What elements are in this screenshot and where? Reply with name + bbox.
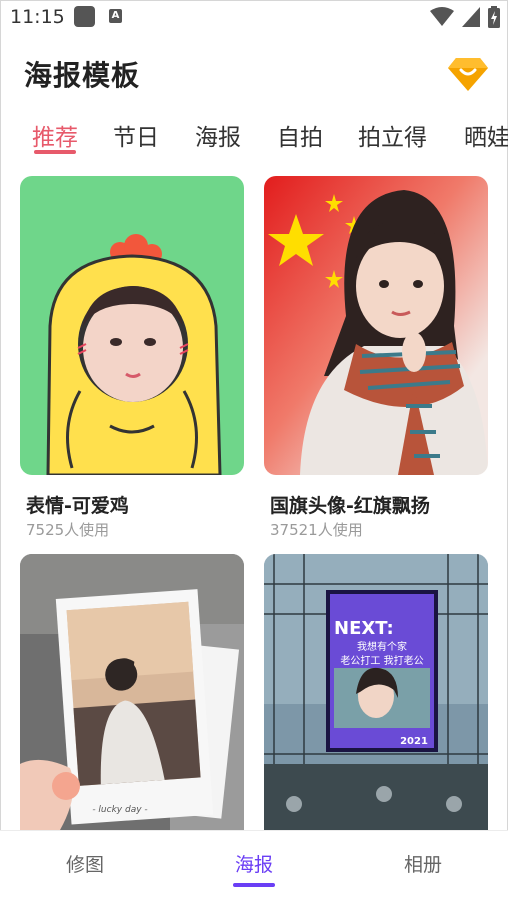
active-tab-indicator xyxy=(34,150,76,154)
active-nav-indicator xyxy=(233,883,275,887)
wifi-icon xyxy=(430,7,454,27)
card-usage-count: 37521人使用 xyxy=(270,521,363,539)
status-bar: 11:15 A xyxy=(0,0,508,34)
category-tabs: 推荐 节日 海报 自拍 拍立得 晒娃 xyxy=(0,112,508,162)
card-title: 国旗头像-红旗飘扬 xyxy=(270,495,430,517)
card-usage-count: 7525人使用 xyxy=(26,521,110,539)
tab-festival[interactable]: 节日 xyxy=(113,118,159,152)
poster-year: 2021 xyxy=(400,736,428,747)
status-icons xyxy=(430,6,500,28)
tab-baby[interactable]: 晒娃 xyxy=(464,118,508,152)
template-card-flag-avatar[interactable] xyxy=(264,176,488,475)
tab-instant-photo[interactable]: 拍立得 xyxy=(358,118,427,152)
polaroid-caption: - lucky day - xyxy=(92,805,147,815)
poster-line-2: 老公打工 我打老公 xyxy=(340,654,423,667)
status-time: 11:15 xyxy=(10,6,65,28)
poster-line-1: 我想有个家 xyxy=(357,640,407,653)
signal-icon xyxy=(462,7,480,27)
tab-selfie[interactable]: 自拍 xyxy=(277,118,323,152)
tab-recommend[interactable]: 推荐 xyxy=(32,118,78,152)
app-notification-icon: A xyxy=(109,9,122,23)
poster-headline: NEXT: xyxy=(334,618,394,639)
notification-icon xyxy=(74,6,95,27)
vip-badge-icon[interactable] xyxy=(448,56,488,92)
nav-edit-photo[interactable]: 修图 xyxy=(66,850,104,877)
page-title: 海报模板 xyxy=(24,59,141,92)
battery-icon xyxy=(488,6,500,28)
template-card-instant-photo[interactable]: - lucky day - xyxy=(20,554,244,830)
nav-poster[interactable]: 海报 xyxy=(235,850,273,877)
tab-poster[interactable]: 海报 xyxy=(195,118,241,152)
template-card-stage-poster[interactable]: NEXT: 我想有个家 老公打工 我打老公 2021 xyxy=(264,554,488,830)
template-card-cute-chick[interactable] xyxy=(20,176,244,475)
nav-album[interactable]: 相册 xyxy=(404,850,442,877)
card-title: 表情-可爱鸡 xyxy=(26,495,129,517)
